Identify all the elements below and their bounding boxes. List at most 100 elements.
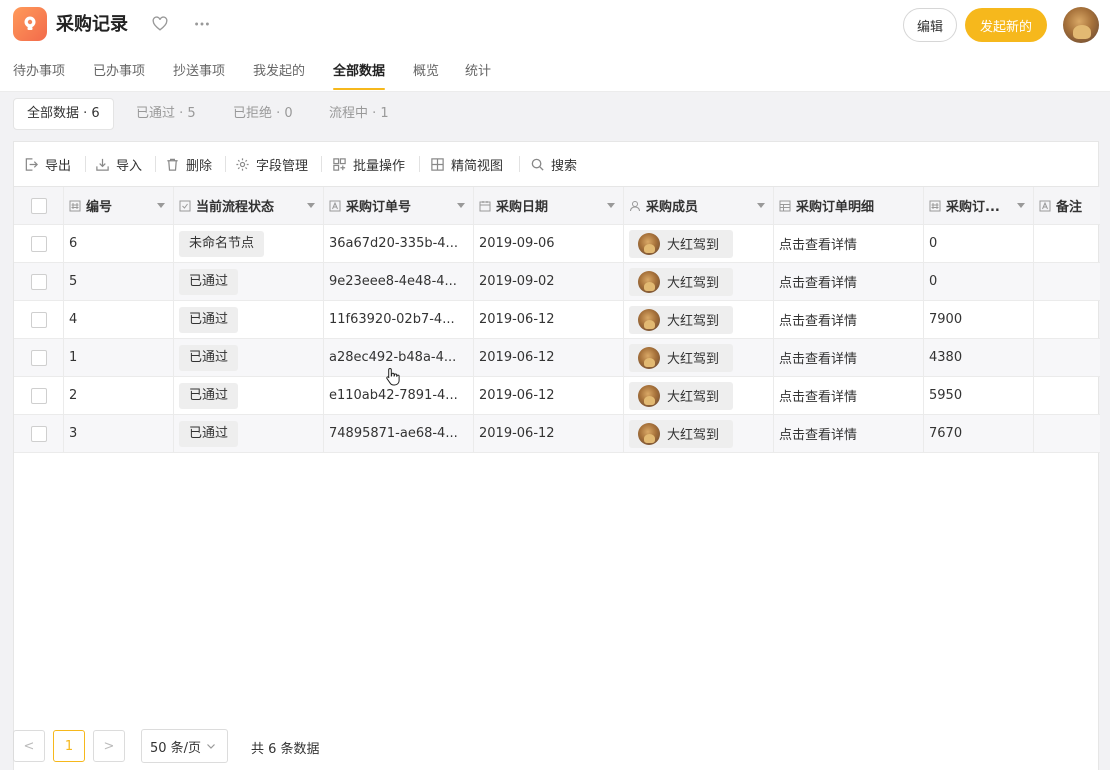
filter-approved[interactable]: 已通过 · 5 (123, 98, 209, 130)
table-row[interactable]: 1 已通过 a28ec492-b48a-4... 2019-06-12 大红驾到… (14, 339, 1100, 377)
cell-note (1034, 415, 1100, 452)
batch-operation-button[interactable]: 批量操作 (332, 142, 405, 186)
cell-detail: 点击查看详情 (774, 377, 924, 414)
chevron-down-icon[interactable] (607, 203, 615, 208)
cell-amount: 5950 (924, 377, 1034, 414)
user-icon (630, 200, 640, 211)
chevron-down-icon[interactable] (457, 203, 465, 208)
chevron-down-icon[interactable] (1017, 203, 1025, 208)
row-checkbox[interactable] (31, 235, 47, 252)
view-detail-link[interactable]: 点击查看详情 (779, 234, 857, 253)
prev-page-button[interactable]: < (13, 730, 45, 762)
member-tag[interactable]: 大红驾到 (629, 343, 734, 372)
new-request-button[interactable]: 发起新的 (965, 8, 1047, 42)
column-header-member[interactable]: 采购成员 (624, 187, 774, 224)
toolbar-divider (85, 156, 86, 172)
member-tag[interactable]: 大红驾到 (629, 267, 734, 296)
row-checkbox[interactable] (31, 425, 47, 442)
member-name: 大红驾到 (667, 238, 720, 253)
chevron-down-icon[interactable] (157, 203, 165, 208)
cell-member: 大红驾到 (624, 301, 774, 338)
view-detail-link[interactable]: 点击查看详情 (779, 310, 857, 329)
cell-id: 1 (64, 339, 174, 376)
filter-all[interactable]: 全部数据 · 6 (13, 98, 114, 130)
hand-cursor-icon (386, 367, 400, 386)
select-all-checkbox[interactable] (31, 197, 47, 214)
row-checkbox[interactable] (31, 387, 47, 404)
cell-amount: 0 (924, 263, 1034, 300)
table-row[interactable]: 6 未命名节点 36a67d20-335b-4... 2019-09-06 大红… (14, 225, 1100, 263)
avatar (638, 270, 660, 293)
column-header-status[interactable]: 当前流程状态 (174, 187, 324, 224)
row-checkbox[interactable] (31, 349, 47, 366)
heart-outline-icon[interactable] (150, 14, 170, 34)
compact-view-button[interactable]: 精简视图 (430, 142, 503, 186)
toolbar-divider (419, 156, 420, 172)
toolbar-divider (225, 156, 226, 172)
avatar (638, 422, 660, 445)
edit-button[interactable]: 编辑 (903, 8, 957, 42)
table-row[interactable]: 4 已通过 11f63920-02b7-4... 2019-06-12 大红驾到… (14, 301, 1100, 339)
view-detail-link[interactable]: 点击查看详情 (779, 386, 857, 405)
field-management-button[interactable]: 字段管理 (235, 142, 308, 186)
cell-member: 大红驾到 (624, 225, 774, 262)
row-checkbox[interactable] (31, 311, 47, 328)
tab-todo[interactable]: 待办事项 (13, 56, 65, 90)
tab-all-data[interactable]: 全部数据 (333, 56, 386, 90)
tab-overview[interactable]: 概览 (413, 56, 439, 90)
batch-operation-label: 批量操作 (353, 158, 406, 174)
tab-stats[interactable]: 统计 (465, 56, 491, 90)
column-header-id[interactable]: 编号 (64, 187, 174, 224)
table-row[interactable]: 5 已通过 9e23eee8-4e48-4... 2019-09-02 大红驾到… (14, 263, 1100, 301)
column-header-order-no[interactable]: 采购订单号 (324, 187, 474, 224)
tab-done[interactable]: 已办事项 (93, 56, 145, 90)
filter-in-progress[interactable]: 流程中 · 1 (316, 98, 402, 130)
filter-rejected[interactable]: 已拒绝 · 0 (220, 98, 306, 130)
column-label: 编号 (86, 200, 113, 215)
cell-date: 2019-06-12 (474, 339, 624, 376)
avatar (638, 346, 660, 369)
column-header-detail[interactable]: 采购订单明细 (774, 187, 924, 224)
total-count: 共 6 条数据 (251, 742, 320, 757)
member-tag[interactable]: 大红驾到 (629, 229, 734, 258)
cell-amount: 4380 (924, 339, 1034, 376)
chevron-down-icon[interactable] (307, 203, 315, 208)
view-detail-link[interactable]: 点击查看详情 (779, 348, 857, 367)
member-tag[interactable]: 大红驾到 (629, 305, 734, 334)
toolbar-divider (519, 156, 520, 172)
cell-note (1034, 301, 1100, 338)
page-size-value: 50 条/页 (150, 740, 202, 756)
column-label: 采购订单明细 (796, 200, 875, 215)
page-size-select[interactable]: 50 条/页 (141, 729, 228, 763)
grid-icon (431, 157, 444, 171)
avatar (638, 384, 660, 407)
gear-icon (236, 157, 249, 171)
row-checkbox[interactable] (31, 273, 47, 290)
cell-id: 4 (64, 301, 174, 338)
column-header-amount[interactable]: 采购订... (924, 187, 1034, 224)
user-avatar[interactable] (1063, 7, 1099, 43)
table-row[interactable]: 3 已通过 74895871-ae68-4... 2019-06-12 大红驾到… (14, 415, 1100, 453)
member-name: 大红驾到 (667, 390, 720, 405)
status-badge: 已通过 (179, 306, 239, 333)
table-toolbar: 导出 导入 删除 字段管理 批量操作 精简视图 搜索 (14, 142, 1098, 187)
delete-button[interactable]: 删除 (165, 142, 212, 186)
table-row[interactable]: 2 已通过 e110ab42-7891-4... 2019-06-12 大红驾到… (14, 377, 1100, 415)
next-page-button[interactable]: > (93, 730, 125, 762)
column-header-note[interactable]: 备注 (1034, 187, 1100, 224)
page-1-button[interactable]: 1 (53, 730, 85, 762)
search-button[interactable]: 搜索 (530, 142, 577, 186)
tab-cc[interactable]: 抄送事项 (173, 56, 225, 90)
tab-initiated[interactable]: 我发起的 (253, 56, 305, 90)
import-button[interactable]: 导入 (95, 142, 142, 186)
view-detail-link[interactable]: 点击查看详情 (779, 424, 857, 443)
export-button[interactable]: 导出 (24, 142, 71, 186)
view-detail-link[interactable]: 点击查看详情 (779, 272, 857, 291)
chevron-down-icon[interactable] (757, 203, 765, 208)
member-tag[interactable]: 大红驾到 (629, 381, 734, 410)
member-tag[interactable]: 大红驾到 (629, 419, 734, 448)
delete-label: 删除 (186, 158, 213, 174)
column-header-date[interactable]: 采购日期 (474, 187, 624, 224)
ellipsis-icon[interactable] (192, 14, 212, 34)
cell-note (1034, 263, 1100, 300)
